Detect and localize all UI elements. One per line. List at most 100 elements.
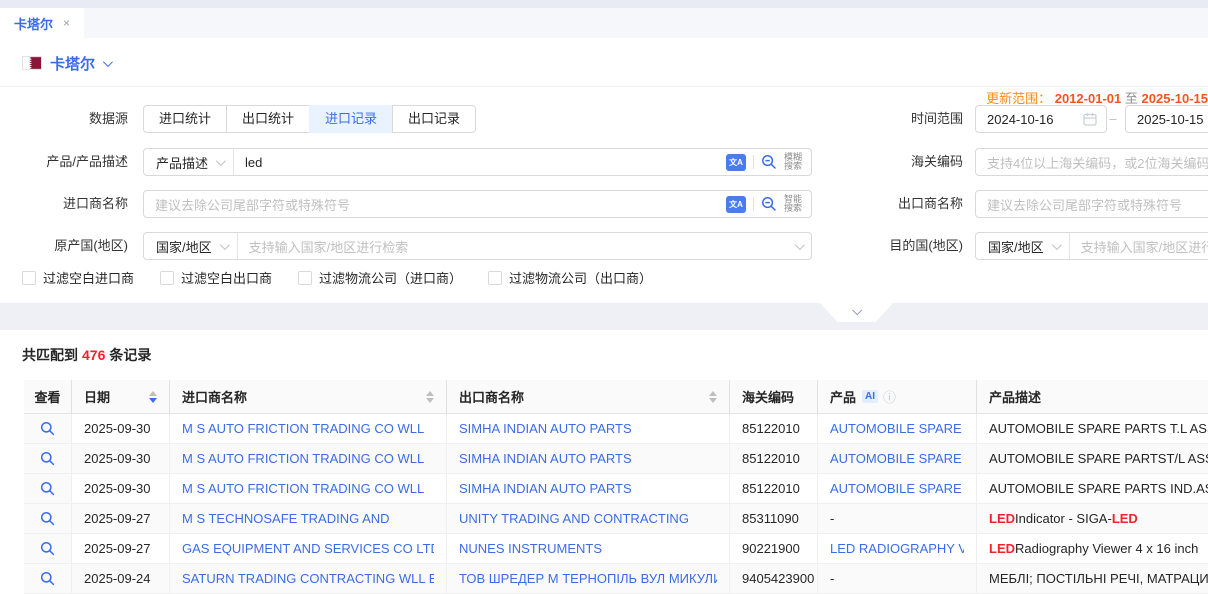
product-link[interactable]: AUTOMOBILE SPARE P... <box>830 451 964 466</box>
destination-placeholder: 支持输入国家/地区进行检索 <box>1070 237 1208 256</box>
date-cell: 2025-09-30 <box>72 414 170 444</box>
product-cell: - <box>818 564 977 594</box>
product-search-input[interactable]: led <box>234 155 726 170</box>
view-cell <box>24 564 72 594</box>
data-source-option[interactable]: 出口统计 <box>226 105 310 133</box>
view-record-icon[interactable] <box>40 481 55 496</box>
calendar-icon <box>1083 112 1097 126</box>
checkbox-icon[interactable] <box>22 271 36 285</box>
description-text: AUTOMOBILE SPARE PARTST/L ASSY ... <box>989 451 1208 466</box>
destination-country-select[interactable]: 国家/地区 <box>976 233 1070 259</box>
origin-country-input[interactable]: 支持输入国家/地区进行检索 <box>238 237 795 256</box>
date-cell: 2025-09-27 <box>72 534 170 564</box>
translate-icon[interactable]: 文A <box>726 196 746 213</box>
country-selector[interactable]: 卡塔尔 <box>22 52 110 74</box>
checkbox-label: 过滤物流公司（进口商） <box>319 268 462 287</box>
product-link[interactable]: AUTOMOBILE SPARE P... <box>830 421 964 436</box>
tab-close-icon[interactable]: × <box>63 16 70 30</box>
results-panel: 共匹配到476条记录 查看 日期 进口商名称 出口商名称 海关编码 产品 AI … <box>0 330 1208 594</box>
records-table: 查看 日期 进口商名称 出口商名称 海关编码 产品 AI ⓘ 产品描述 <box>24 380 1208 594</box>
exporter-input[interactable]: 建议去除公司尾部字符或特殊符号 <box>975 190 1208 218</box>
tab-qatar[interactable]: 卡塔尔 × <box>0 8 84 38</box>
date-cell: 2025-09-27 <box>72 504 170 534</box>
update-range-end: 2025-10-15 <box>1142 91 1208 106</box>
filter-checkbox[interactable]: 过滤空白出口商 <box>160 268 272 287</box>
exporter-link[interactable]: NUNES INSTRUMENTS <box>459 541 602 556</box>
view-cell <box>24 414 72 444</box>
view-record-icon[interactable] <box>40 451 55 466</box>
exporter-link[interactable]: ТОВ ШРЕДЕР М ТЕРНОПІЛЬ ВУЛ МИКУЛИ... <box>459 571 717 586</box>
product-type-select[interactable]: 产品描述 <box>144 149 234 175</box>
importer-link[interactable]: M S AUTO FRICTION TRADING CO WLL <box>182 481 424 496</box>
importer-link[interactable]: GAS EQUIPMENT AND SERVICES CO LTD <box>182 541 434 556</box>
exporter-link[interactable]: SIMHA INDIAN AUTO PARTS <box>459 421 632 436</box>
col-header-product: 产品 AI ⓘ <box>818 380 977 414</box>
exporter-link[interactable]: SIMHA INDIAN AUTO PARTS <box>459 481 632 496</box>
date-end-input[interactable]: 2025-10-15 <box>1125 105 1208 133</box>
filter-checkbox-row: 过滤空白进口商 过滤空白出口商 过滤物流公司（进口商） 过滤物流公司（出口商） <box>22 268 652 287</box>
hs-code-input[interactable]: 支持4位以上海关编码，或2位海关编码加上 <box>975 148 1208 176</box>
view-record-icon[interactable] <box>40 571 55 586</box>
match-suffix: 条记录 <box>109 347 151 363</box>
data-source-option[interactable]: 出口记录 <box>392 105 476 133</box>
origin-select-value: 国家/地区 <box>156 237 212 256</box>
product-link[interactable]: AUTOMOBILE SPARE P... <box>830 481 964 496</box>
filter-checkbox[interactable]: 过滤物流公司（进口商） <box>298 268 462 287</box>
checkbox-icon[interactable] <box>488 271 502 285</box>
smart-search-icon[interactable] <box>761 196 777 212</box>
hs-code-cell: 90221900 <box>730 534 818 564</box>
view-cell <box>24 444 72 474</box>
description-cell: AUTOMOBILE SPARE PARTS T.L ASSY ... <box>977 414 1208 444</box>
origin-country-select[interactable]: 国家/地区 <box>144 233 238 259</box>
importer-cell: GAS EQUIPMENT AND SERVICES CO LTD <box>170 534 447 564</box>
header-divider <box>0 86 1208 87</box>
exporter-link[interactable]: SIMHA INDIAN AUTO PARTS <box>459 451 632 466</box>
product-label: 产品/产品描述 <box>0 148 128 176</box>
checkbox-icon[interactable] <box>298 271 312 285</box>
fuzzy-search-icon[interactable] <box>761 154 777 170</box>
exporter-link[interactable]: UNITY TRADING AND CONTRACTING <box>459 511 689 526</box>
data-source-option[interactable]: 进口记录 <box>309 105 393 133</box>
importer-cell: SATURN TRADING CONTRACTING WLL BUI... <box>170 564 447 594</box>
description-text: Radiography Viewer 4 x 16 inch <box>1015 541 1198 556</box>
translate-icon[interactable]: 文A <box>726 154 746 171</box>
sort-control-importer[interactable] <box>418 391 434 403</box>
view-record-icon[interactable] <box>40 541 55 556</box>
exporter-cell: UNITY TRADING AND CONTRACTING <box>447 504 730 534</box>
data-source-option[interactable]: 进口统计 <box>143 105 227 133</box>
table-row: 2025-09-30 M S AUTO FRICTION TRADING CO … <box>24 474 1208 504</box>
destination-country-input[interactable]: 支持输入国家/地区进行检索 <box>1070 237 1208 256</box>
fuzzy-search-mode-text[interactable]: 模糊搜索 <box>784 153 802 171</box>
keyword-highlight: LED <box>1112 511 1138 526</box>
smart-search-mode-text[interactable]: 智能搜索 <box>784 195 802 213</box>
filter-checkbox[interactable]: 过滤空白进口商 <box>22 268 134 287</box>
view-record-icon[interactable] <box>40 511 55 526</box>
info-icon[interactable]: ⓘ <box>883 387 896 406</box>
sort-control-exporter[interactable] <box>701 391 717 403</box>
chevron-down-icon <box>852 305 862 315</box>
data-source-label: 数据源 <box>0 105 128 133</box>
sort-control-date[interactable] <box>141 391 157 403</box>
importer-label: 进口商名称 <box>0 190 128 218</box>
description-cell: AUTOMOBILE SPARE PARTST/L ASSY ... <box>977 444 1208 474</box>
importer-input[interactable]: 建议去除公司尾部字符或特殊符号 <box>144 195 726 214</box>
product-input-suffix: 文A 模糊搜索 <box>726 153 811 171</box>
tab-bar: 卡塔尔 × <box>0 8 1208 38</box>
importer-cell: M S AUTO FRICTION TRADING CO WLL <box>170 474 447 504</box>
importer-link[interactable]: SATURN TRADING CONTRACTING WLL BUI... <box>182 571 434 586</box>
product-link[interactable]: LED RADIOGRAPHY VI... <box>830 541 964 556</box>
chevron-down-icon <box>216 156 226 166</box>
importer-link[interactable]: M S AUTO FRICTION TRADING CO WLL <box>182 451 424 466</box>
description-cell: LED Indicator - SIGA-LED <box>977 504 1208 534</box>
date-start-input[interactable]: 2024-10-16 <box>975 105 1107 133</box>
match-count-line: 共匹配到476条记录 <box>22 345 151 365</box>
description-text: МЕБЛІ; ПОСТІЛЬНІ РЕЧІ, МАТРАЦИ,... <box>989 571 1208 586</box>
date-cell: 2025-09-30 <box>72 444 170 474</box>
view-record-icon[interactable] <box>40 421 55 436</box>
date-range-separator: – <box>1106 105 1120 133</box>
checkbox-icon[interactable] <box>160 271 174 285</box>
filter-checkbox[interactable]: 过滤物流公司（出口商） <box>488 268 652 287</box>
importer-link[interactable]: M S TECHNOSAFE TRADING AND <box>182 511 390 526</box>
importer-link[interactable]: M S AUTO FRICTION TRADING CO WLL <box>182 421 424 436</box>
update-range-label: 更新范围： <box>986 91 1051 106</box>
